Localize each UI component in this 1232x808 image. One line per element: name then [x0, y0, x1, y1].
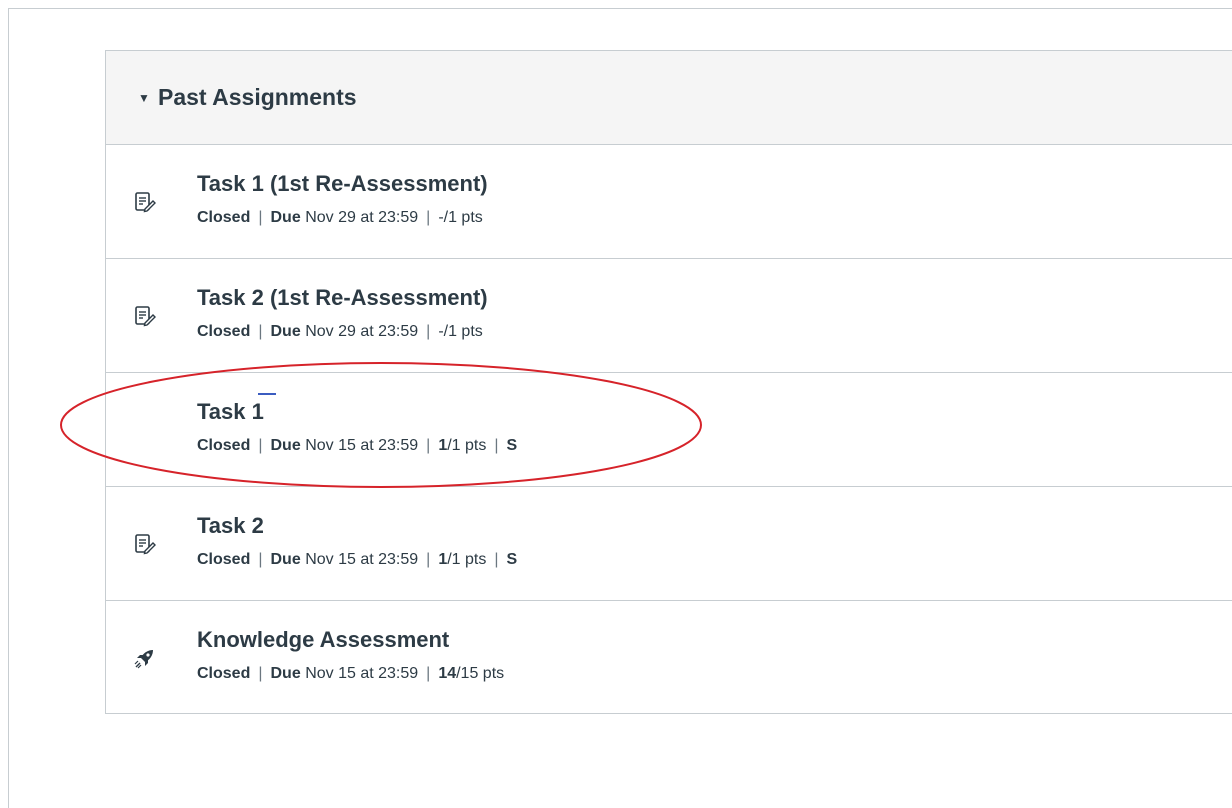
due-date: Nov 15 at 23:59 [305, 665, 419, 682]
score-value: 1 [438, 437, 448, 454]
due-label: Due [270, 323, 301, 340]
past-assignments-panel: ▼ Past Assignments Task 1 (1st Re-Assess… [105, 50, 1232, 714]
separator: | [258, 437, 263, 454]
due-date: Nov 29 at 23:59 [305, 323, 419, 340]
due-date: Nov 15 at 23:59 [305, 551, 419, 568]
assignment-title-link[interactable]: Task 1 (1st Re-Assessment) [197, 171, 488, 197]
assignment-title-link[interactable]: Task 1 [197, 399, 264, 425]
points-possible: /1 pts [443, 323, 483, 340]
separator: | [258, 665, 263, 682]
points-possible: /1 pts [447, 437, 487, 454]
assignment-row[interactable]: Knowledge Assessment Closed | Due Nov 15 a… [106, 601, 1232, 713]
assignment-meta: Closed | Due Nov 15 at 23:59 | 1/1 pts | S [197, 437, 517, 455]
assignment-icon [134, 191, 156, 213]
separator: | [258, 551, 263, 568]
due-label: Due [270, 665, 301, 682]
caret-down-icon: ▼ [138, 90, 150, 105]
quiz-rocket-icon [134, 647, 156, 669]
points-possible: /1 pts [447, 551, 487, 568]
separator: | [426, 665, 431, 682]
assignment-meta: Closed | Due Nov 29 at 23:59 | -/1 pts [197, 209, 483, 227]
assignment-row[interactable]: Task 1 Closed | Due Nov 15 at 23:59 | 1/1 pt… [106, 373, 1232, 487]
assignment-title-link[interactable]: Task 2 [197, 513, 264, 539]
section-title: Past Assignments [158, 84, 357, 110]
due-label: Due [270, 437, 301, 454]
assignment-icon [134, 533, 156, 555]
due-label: Due [270, 551, 301, 568]
grade-value: S [506, 551, 518, 568]
assignment-meta: Closed | Due Nov 15 at 23:59 | 1/1 pts | S [197, 551, 517, 569]
due-date: Nov 29 at 23:59 [305, 209, 419, 226]
assignment-row[interactable]: Task 2 (1st Re-Assessment) Closed | Due No… [106, 259, 1232, 373]
points-possible: /15 pts [456, 665, 505, 682]
separator: | [494, 551, 499, 568]
due-label: Due [270, 209, 301, 226]
assignment-meta: Closed | Due Nov 15 at 23:59 | 14/15 pts [197, 665, 504, 683]
assignment-row[interactable]: Task 2 Closed | Due Nov 15 at 23:59 | 1/1 pt… [106, 487, 1232, 601]
separator: | [426, 209, 431, 226]
status-label: Closed [197, 209, 251, 226]
past-assignments-header[interactable]: ▼ Past Assignments [106, 51, 1232, 145]
status-label: Closed [197, 665, 251, 682]
separator: | [258, 323, 263, 340]
points-possible: /1 pts [443, 209, 483, 226]
grade-value: S [506, 437, 518, 454]
separator: | [494, 437, 499, 454]
assignment-meta: Closed | Due Nov 29 at 23:59 | -/1 pts [197, 323, 483, 341]
separator: | [426, 323, 431, 340]
score-value: 1 [438, 551, 448, 568]
status-label: Closed [197, 323, 251, 340]
blue-underline-mark [258, 393, 276, 395]
assignment-row[interactable]: Task 1 (1st Re-Assessment) Closed | Due No… [106, 145, 1232, 259]
status-label: Closed [197, 551, 251, 568]
status-label: Closed [197, 437, 251, 454]
score-value: 14 [438, 665, 457, 682]
separator: | [426, 437, 431, 454]
separator: | [426, 551, 431, 568]
due-date: Nov 15 at 23:59 [305, 437, 419, 454]
assignment-title-link[interactable]: Knowledge Assessment [197, 627, 449, 653]
assignment-icon [134, 305, 156, 327]
assignment-title-link[interactable]: Task 2 (1st Re-Assessment) [197, 285, 488, 311]
separator: | [258, 209, 263, 226]
